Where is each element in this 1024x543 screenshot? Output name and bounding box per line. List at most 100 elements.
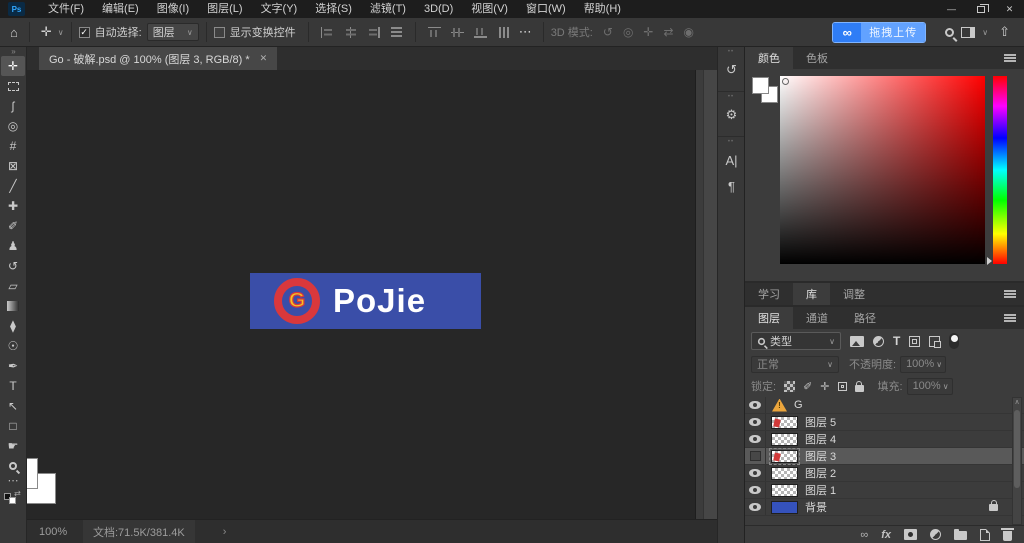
adjustment-layer-icon[interactable] (930, 529, 941, 540)
tool-crop[interactable]: # (1, 136, 25, 156)
menu-type[interactable]: 文字(Y) (252, 0, 307, 18)
tab-close-icon[interactable]: ✕ (260, 53, 268, 64)
tab-adjustments[interactable]: 调整 (830, 283, 878, 305)
tool-blur[interactable]: ⧫ (1, 316, 25, 336)
document-scrollbar[interactable] (703, 70, 717, 519)
restore-button[interactable] (966, 0, 995, 18)
more-align-options-icon[interactable]: ⋯ (515, 24, 536, 40)
chevron-down-icon[interactable]: ∨ (982, 28, 988, 37)
lock-transparency-icon[interactable] (784, 380, 796, 392)
tool-brush[interactable]: ✐ (1, 216, 25, 236)
layer-row-g[interactable]: G (745, 397, 1024, 414)
align-top-icon[interactable] (427, 26, 441, 38)
visibility-toggle[interactable] (745, 499, 766, 515)
tool-healing-brush[interactable]: ✚ (1, 196, 25, 216)
visibility-toggle[interactable] (745, 482, 766, 498)
tool-path-selection[interactable]: ↖ (1, 396, 25, 416)
tool-gradient[interactable] (1, 296, 25, 316)
opacity-field[interactable]: 100% ∨ (900, 355, 947, 373)
visibility-toggle[interactable] (745, 448, 766, 464)
visibility-toggle[interactable] (745, 397, 766, 413)
workspace-switcher-icon[interactable] (961, 26, 976, 38)
align-right-icon[interactable] (367, 26, 380, 38)
menu-filter[interactable]: 滤镜(T) (361, 0, 415, 18)
tool-object-selection[interactable]: ◎ (1, 116, 25, 136)
tool-eraser[interactable]: ▱ (1, 276, 25, 296)
panel-menu-icon[interactable] (1004, 54, 1016, 62)
tool-clone-stamp[interactable]: ♟ (1, 236, 25, 256)
layer-thumbnail[interactable] (771, 415, 798, 429)
layer-thumbnail[interactable] (769, 447, 800, 465)
layer-thumbnail[interactable] (771, 432, 798, 446)
layer-thumbnail[interactable] (771, 483, 798, 497)
lock-position-icon[interactable]: ✛ (820, 380, 829, 393)
align-bottom-icon[interactable] (473, 27, 487, 38)
menu-window[interactable]: 窗口(W) (517, 0, 575, 18)
tab-swatches[interactable]: 色板 (793, 47, 841, 69)
menu-3d[interactable]: 3D(D) (415, 0, 462, 18)
zoom-level-field[interactable]: 100% (39, 526, 83, 538)
tool-marquee[interactable] (1, 76, 25, 96)
auto-select-checkbox[interactable]: ✓ (78, 26, 90, 38)
link-layers-icon[interactable]: ∞ (860, 529, 868, 541)
layer-list-scrollbar[interactable]: ∧ (1012, 397, 1022, 525)
layer-row-background[interactable]: 背景 (745, 499, 1024, 516)
add-mask-icon[interactable] (904, 529, 917, 540)
blend-mode-dropdown[interactable]: 正常 ∨ (751, 355, 839, 373)
tool-zoom[interactable] (1, 456, 25, 476)
menu-layer[interactable]: 图层(L) (198, 0, 251, 18)
properties-panel-icon[interactable]: ⚙ (718, 102, 745, 128)
status-options-chevron[interactable]: › (223, 526, 227, 538)
tool-pen[interactable]: ✒ (1, 356, 25, 376)
fill-field[interactable]: 100% ∨ (906, 377, 953, 395)
align-left-icon[interactable] (320, 26, 334, 38)
drag-handle[interactable]: •• (718, 139, 744, 147)
tool-move[interactable]: ✛ (1, 56, 25, 76)
distribute-horizontal-icon[interactable] (390, 26, 403, 38)
lock-pixels-icon[interactable]: ✐ (803, 380, 812, 393)
lock-all-icon[interactable] (854, 380, 864, 392)
tool-frame[interactable]: ⊠ (1, 156, 25, 176)
search-icon[interactable] (945, 27, 955, 37)
layer-row-4[interactable]: 图层 4 (745, 431, 1024, 448)
scrollbar-thumb[interactable] (1014, 410, 1020, 488)
history-panel-icon[interactable]: ↺ (718, 57, 745, 83)
mode3d-orbit[interactable]: ↺ (603, 25, 613, 39)
document-tab[interactable]: Go - 破解.psd @ 100% (图层 3, RGB/8) * ✕ (39, 47, 278, 70)
scroll-up-icon[interactable]: ∧ (1013, 398, 1021, 408)
canvas[interactable]: G PoJie (27, 70, 717, 519)
mode3d-slide[interactable]: ⇄ (663, 25, 673, 39)
layer-thumbnail[interactable] (771, 466, 798, 480)
character-panel-icon[interactable]: A| (718, 147, 745, 173)
panel-foreground-swatch[interactable] (752, 77, 769, 94)
align-center-horizontal-icon[interactable] (344, 26, 357, 38)
filter-shape-layers-icon[interactable] (909, 335, 921, 347)
delete-layer-icon[interactable] (1001, 528, 1014, 541)
new-layer-icon[interactable] (980, 528, 990, 541)
tab-learn[interactable]: 学习 (745, 283, 793, 305)
menu-image[interactable]: 图像(I) (148, 0, 198, 18)
panel-menu-icon[interactable] (1004, 314, 1016, 322)
layer-row-5[interactable]: 图层 5 (745, 414, 1024, 431)
tool-dodge[interactable]: ☉ (1, 336, 25, 356)
hue-slider[interactable] (993, 76, 1007, 264)
tab-paths[interactable]: 路径 (841, 307, 889, 329)
filter-type-layers-icon[interactable]: T (893, 334, 900, 348)
tool-type[interactable]: T (1, 376, 25, 396)
tab-layers[interactable]: 图层 (745, 307, 793, 329)
distribute-vertical-icon[interactable] (497, 26, 510, 38)
layer-style-icon[interactable]: fx (881, 529, 891, 541)
edit-toolbar-icon[interactable]: ⋯ (0, 476, 26, 488)
share-icon[interactable]: ⇧ (995, 24, 1014, 40)
tool-history-brush[interactable]: ↺ (1, 256, 25, 276)
tab-color[interactable]: 颜色 (745, 47, 793, 69)
paragraph-panel-icon[interactable]: ¶ (718, 173, 745, 199)
drag-handle[interactable]: •• (718, 94, 744, 102)
filter-adjustment-layers-icon[interactable] (873, 335, 884, 347)
menu-select[interactable]: 选择(S) (306, 0, 361, 18)
visibility-toggle[interactable] (745, 465, 766, 481)
filter-pixel-layers-icon[interactable] (850, 335, 864, 347)
home-icon[interactable]: ⌂ (6, 25, 22, 40)
layer-row-3-selected[interactable]: 图层 3 (745, 447, 1024, 465)
mode3d-pan[interactable]: ✛ (643, 25, 653, 39)
